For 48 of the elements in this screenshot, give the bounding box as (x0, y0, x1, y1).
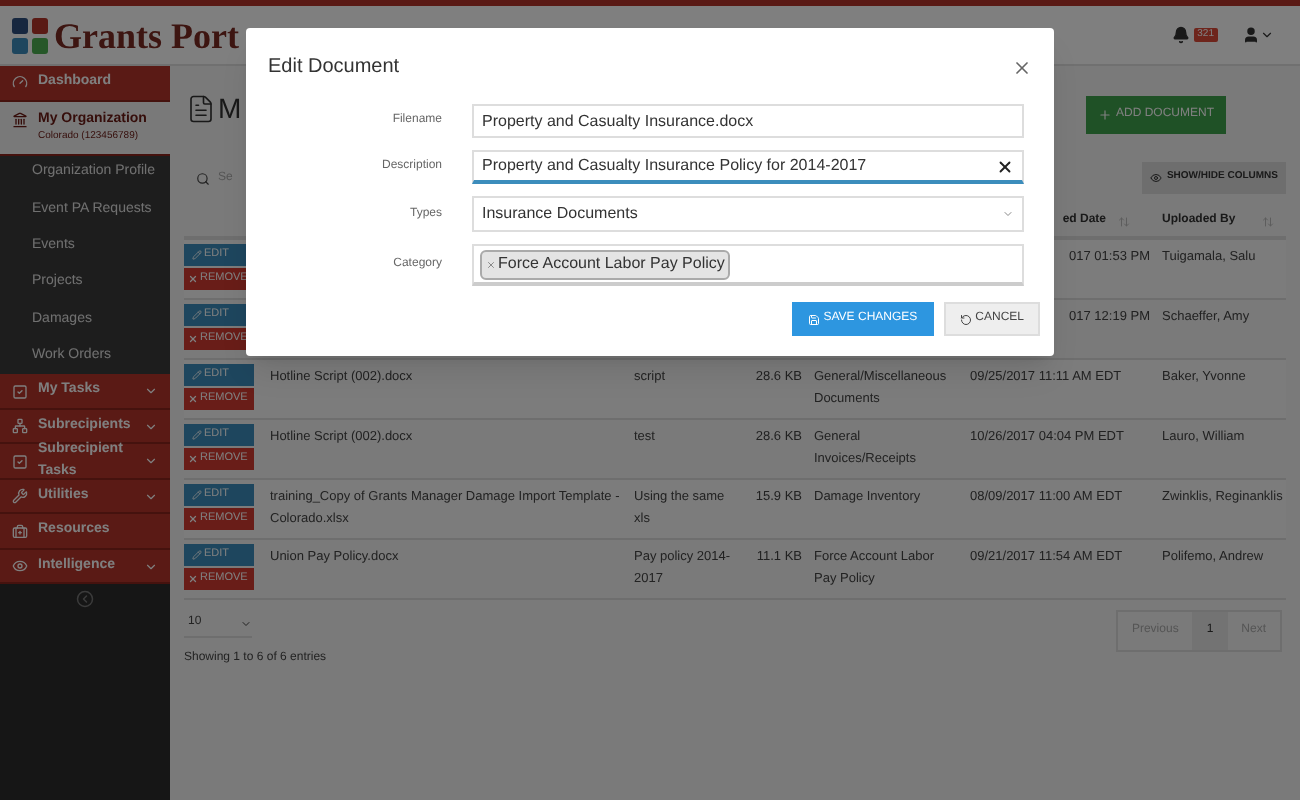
select-field[interactable]: Insurance Documents (472, 196, 1024, 232)
user-menu[interactable] (1242, 26, 1274, 44)
undo-icon (959, 313, 972, 325)
tag-chip[interactable]: Force Account Labor Pay Policy (480, 249, 731, 279)
bell-icon[interactable] (1171, 26, 1190, 44)
text-field[interactable]: Property and Casualty Insurance.docx (472, 104, 1024, 138)
clear-icon[interactable] (996, 157, 1014, 175)
chevron-down-icon (144, 559, 158, 574)
caret-icon (1260, 28, 1274, 42)
user-icon (1242, 26, 1260, 44)
chevron-down-icon (144, 454, 158, 469)
pencil-icon (192, 310, 202, 320)
wrench-icon (12, 488, 28, 505)
pencil-icon (192, 550, 202, 560)
save-icon (807, 313, 820, 325)
x-icon (188, 394, 198, 404)
tags-field[interactable]: Force Account Labor Pay Policy (472, 244, 1024, 286)
caret-icon (240, 617, 252, 629)
x-icon (188, 514, 198, 524)
x-icon (188, 574, 198, 584)
kit-icon (12, 523, 28, 540)
checkbox-icon (12, 383, 28, 400)
pencil-icon (192, 370, 202, 380)
chevron-down-icon (144, 384, 158, 399)
pencil-icon (192, 250, 202, 260)
logo-text: Grants Port (54, 17, 239, 53)
eye-icon (1150, 172, 1163, 184)
chevron-down-icon (144, 419, 158, 434)
eye-icon (12, 558, 28, 575)
pencil-icon (192, 490, 202, 500)
logo-icon (10, 15, 50, 55)
caret-icon (1002, 208, 1014, 220)
search-icon (196, 171, 210, 185)
document-icon (186, 93, 216, 123)
x-icon (188, 454, 198, 464)
chevron-down-icon (144, 489, 158, 504)
gauge-icon (12, 74, 28, 91)
dialog-title: Edit Document (268, 54, 400, 82)
plus-icon (1098, 107, 1112, 121)
close-icon[interactable] (1012, 57, 1032, 77)
page-title: M (218, 89, 242, 127)
text-field[interactable]: Property and Casualty Insurance Policy for 2014-2017 (472, 150, 1024, 184)
x-icon (188, 334, 198, 344)
bank-icon (12, 111, 28, 128)
sitemap-icon (12, 418, 28, 435)
checkbox-icon (12, 453, 28, 470)
pencil-icon (192, 430, 202, 440)
x-icon (188, 274, 198, 284)
